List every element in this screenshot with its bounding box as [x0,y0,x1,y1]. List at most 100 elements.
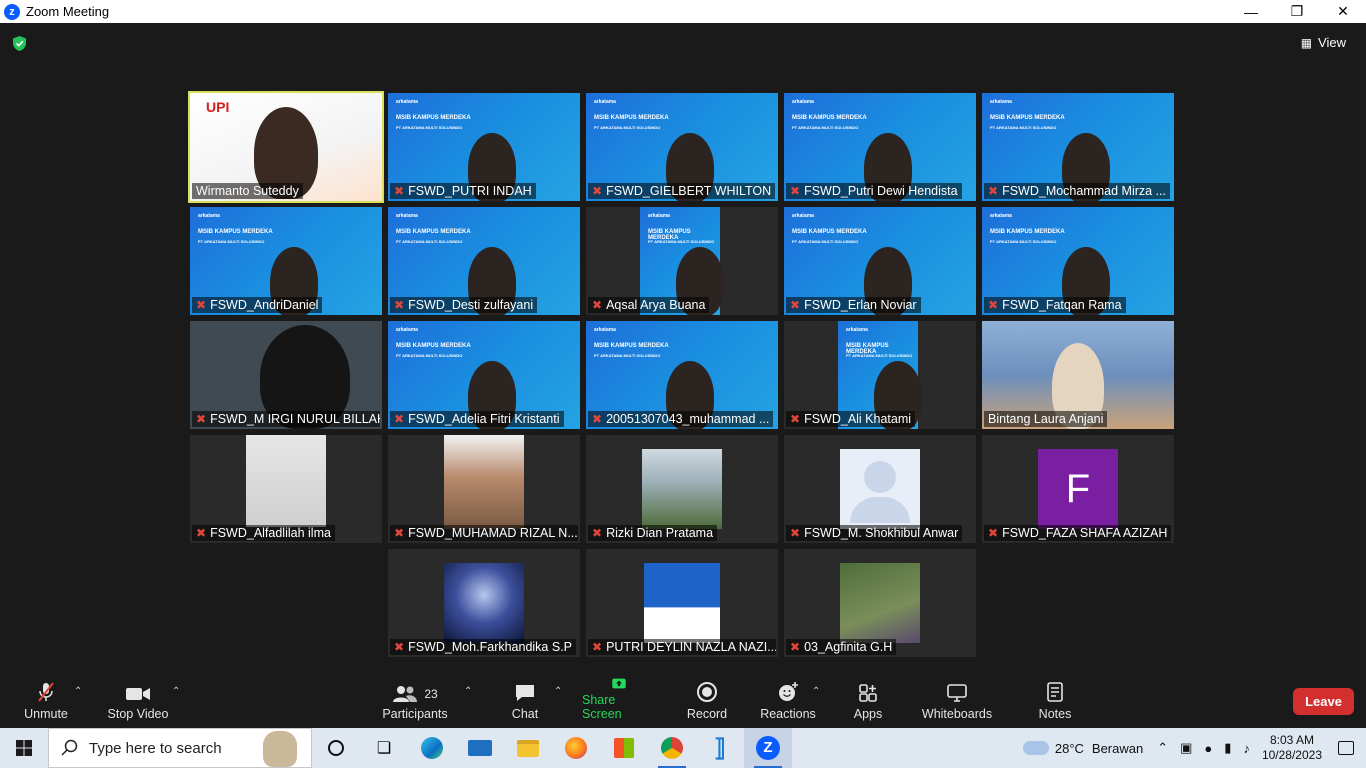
participant-tile[interactable]: ✖ Rizki Dian Pratama [586,435,778,543]
task-view-icon[interactable]: ❏ [360,728,408,768]
participant-tile[interactable]: ✖ FSWD_Moh.Farkhandika S.P [388,549,580,657]
banner-brand: arkatama [594,327,616,333]
edge-browser-icon[interactable] [408,728,456,768]
clock[interactable]: 8:03 AM 10/28/2023 [1262,733,1322,763]
participant-tile[interactable]: arkatama MSIB KAMPUS MERDEKA PT ARKATAMA M… [784,207,976,315]
participant-name: Aqsal Arya Buana [606,298,706,312]
participant-tile[interactable]: F ✖ FSWD_FAZA SHAFA AZIZAH [982,435,1174,543]
participant-name-label: ✖ FSWD_Adelia Fitri Kristanti [390,411,564,427]
muted-microphone-icon: ✖ [790,526,801,540]
cortana-icon[interactable] [312,728,360,768]
volume-icon[interactable]: ♪ [1243,741,1250,756]
muted-microphone-icon: ✖ [196,412,207,426]
zoom-icon: z [4,3,20,20]
meet-now-icon[interactable]: ▣ [1180,740,1192,756]
participant-name: FSWD_FAZA SHAFA AZIZAH [1002,526,1168,540]
participant-tile[interactable]: arkatama MSIB KAMPUS MERDEKA PT ARKATAMA M… [784,321,976,429]
minimize-button[interactable]: — [1228,0,1274,23]
reactions-button[interactable]: Reactions [757,678,819,728]
maximize-button[interactable]: ❐ [1274,0,1320,23]
weather-temperature[interactable]: 28°C [1055,741,1084,756]
participant-tile[interactable]: ✖ FSWD_Alfadlilah ilma [190,435,382,543]
participant-name-label: ✖ FSWD_Moh.Farkhandika S.P [390,639,577,655]
security-shield-icon[interactable] [11,35,28,52]
leave-button[interactable]: Leave [1293,688,1354,715]
notifications-icon[interactable] [1338,741,1354,755]
video-options-caret-icon[interactable]: ⌃ [172,686,180,697]
mail-icon[interactable] [456,728,504,768]
participant-name: PUTRI DEYLIN NAZLA NAZI... [606,640,776,654]
start-button[interactable] [0,728,48,768]
apps-button[interactable]: Apps [850,678,886,728]
banner-brand: arkatama [396,213,418,219]
participant-tile[interactable]: arkatama MSIB KAMPUS MERDEKA PT ARKATAMA M… [388,93,580,201]
participant-name-label: ✖ Aqsal Arya Buana [588,297,710,313]
participant-tile[interactable]: arkatama MSIB KAMPUS MERDEKA PT ARKATAMA M… [982,207,1174,315]
record-button[interactable]: Record [683,678,731,728]
weather-description[interactable]: Berawan [1092,741,1143,756]
apps-label: Apps [853,707,883,721]
participant-tile[interactable]: arkatama MSIB KAMPUS MERDEKA PT ARKATAMA M… [388,321,580,429]
profile-picture [444,563,524,643]
record-icon [697,682,717,702]
participant-name: FSWD_PUTRI INDAH [408,184,532,198]
participant-tile[interactable]: arkatama MSIB KAMPUS MERDEKA PT ARKATAMA M… [388,207,580,315]
participants-caret-icon[interactable]: ⌃ [464,686,472,697]
muted-microphone-icon: ✖ [988,298,999,312]
participant-name-label: ✖ Rizki Dian Pratama [588,525,718,541]
participants-label: Participants [382,707,448,721]
participant-tile[interactable]: Bintang Laura Anjani [982,321,1174,429]
participant-tile[interactable]: ✖ FSWD_MUHAMAD RIZAL N... [388,435,580,543]
banner-brand: arkatama [792,99,814,105]
close-button[interactable]: ✕ [1320,0,1366,23]
reactions-caret-icon[interactable]: ⌃ [812,686,820,697]
participant-tile[interactable]: UPI Wirmanto Suteddy [188,91,384,203]
participant-tile[interactable]: arkatama MSIB KAMPUS MERDEKA PT ARKATAMA M… [586,93,778,201]
firefox-icon[interactable] [552,728,600,768]
participant-tile[interactable]: ✖ PUTRI DEYLIN NAZLA NAZI... [586,549,778,657]
participant-name: Wirmanto Suteddy [196,184,299,198]
zoom-taskbar-icon[interactable]: Z [744,728,792,768]
banner-brand: arkatama [198,213,220,219]
participant-tile[interactable]: ✖ 03_Agfinita G.H [784,549,976,657]
chrome-icon[interactable] [648,728,696,768]
participant-tile[interactable]: arkatama MSIB KAMPUS MERDEKA PT ARKATAMA M… [784,93,976,201]
tray-expand-icon[interactable]: ⌃ [1157,740,1168,756]
audio-options-caret-icon[interactable]: ⌃ [74,686,82,697]
participant-tile[interactable]: arkatama MSIB KAMPUS MERDEKA PT ARKATAMA M… [586,207,778,315]
unmute-button[interactable]: Unmute [18,678,74,728]
participant-name: FSWD_Fatqan Rama [1002,298,1122,312]
chat-button[interactable]: Chat [505,678,545,728]
participant-name-label: Wirmanto Suteddy [192,183,303,199]
microsoft-store-icon[interactable] [600,728,648,768]
participant-tile[interactable]: ✖ FSWD_M. Shokhibul Anwar [784,435,976,543]
banner-brand: arkatama [396,99,418,105]
whiteboards-button[interactable]: Whiteboards [920,678,994,728]
banner-subtitle: PT ARKATAMA MULTI SOLUSINDO [594,353,661,358]
participant-tile[interactable]: arkatama MSIB KAMPUS MERDEKA PT ARKATAMA M… [586,321,778,429]
participant-name-label: ✖ FSWD_Alfadlilah ilma [192,525,335,541]
chat-caret-icon[interactable]: ⌃ [554,686,562,697]
participant-name-label: ✖ 03_Agfinita G.H [786,639,897,655]
file-explorer-icon[interactable] [504,728,552,768]
participant-name-label: ✖ FSWD_M IRGI NURUL BILLAH [192,411,380,427]
notes-icon [1047,682,1063,702]
participant-tile[interactable]: arkatama MSIB KAMPUS MERDEKA PT ARKATAMA M… [982,93,1174,201]
banner-subtitle: PT ARKATAMA MULTI SOLUSINDO [792,239,859,244]
cloud-weather-icon[interactable] [1022,741,1049,755]
search-highlight-icon [263,731,297,767]
view-button[interactable]: ▦ View [1301,35,1346,50]
microphone-icon[interactable]: ● [1204,741,1212,756]
taskbar-search-box[interactable]: Type here to search [48,728,312,768]
participant-tile[interactable]: ✖ FSWD_M IRGI NURUL BILLAH [190,321,382,429]
notes-button[interactable]: Notes [1036,678,1074,728]
stop-video-button[interactable]: Stop Video [104,678,172,728]
participant-tile[interactable]: arkatama MSIB KAMPUS MERDEKA PT ARKATAMA M… [190,207,382,315]
participants-button[interactable]: 23 Participants [380,678,450,728]
participant-name: 20051307043_muhammad ... [606,412,770,426]
participant-name-label: Bintang Laura Anjani [984,411,1108,427]
share-screen-button[interactable]: Share Screen [582,678,656,728]
vscode-icon[interactable]: ⟧ [696,728,744,768]
muted-microphone-icon: ✖ [790,640,801,654]
battery-icon[interactable]: ▮ [1224,740,1231,756]
